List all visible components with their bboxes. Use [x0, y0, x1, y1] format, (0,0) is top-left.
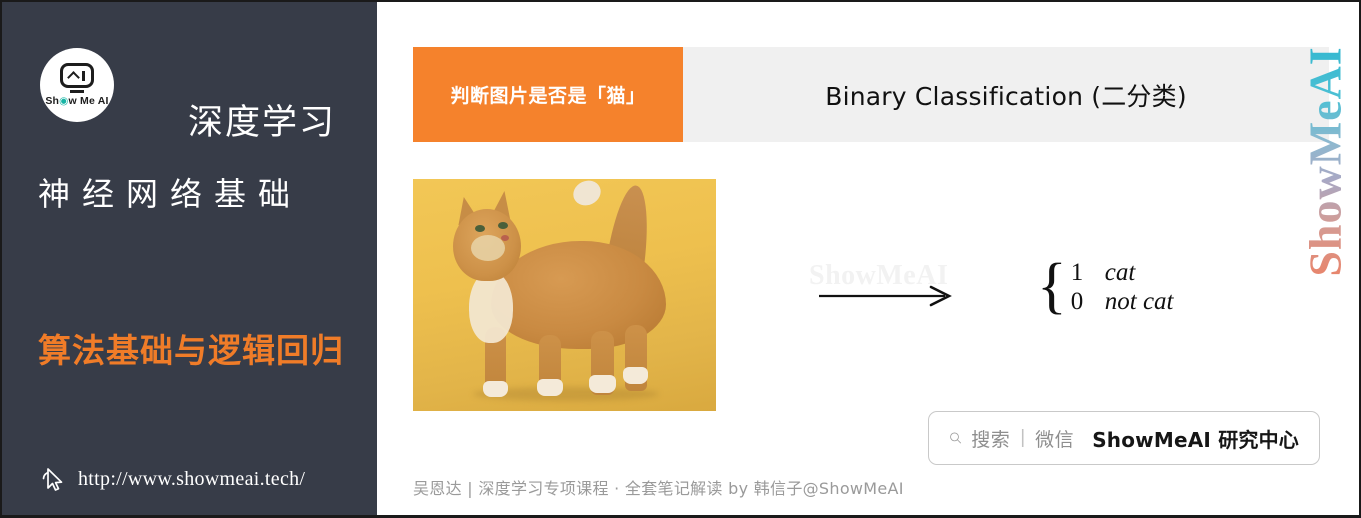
cat-paw-front-far	[537, 379, 563, 396]
cat-tail-tip	[569, 179, 605, 210]
search-icon	[950, 432, 961, 444]
robot-neck-icon	[70, 90, 84, 93]
cat-eye-left	[475, 225, 485, 232]
site-url-text[interactable]: http://www.showmeai.tech/	[78, 468, 305, 491]
course-title-line-2: 神经网络基础	[38, 175, 303, 213]
click-pointer-icon	[42, 468, 63, 491]
cat-muzzle	[471, 235, 505, 261]
footer-credit: 吴恩达 | 深度学习专项课程 · 全套笔记解读 by 韩信子@ShowMeAI	[413, 479, 904, 498]
sidebar-panel: Sh◉w Me AI 深度学习 神经网络基础 算法基础与逻辑回归 http://…	[0, 0, 377, 515]
cat-photo	[413, 179, 716, 411]
showmeai-logo: Sh◉w Me AI	[40, 48, 114, 122]
logo-text-prefix: Sh	[45, 95, 60, 107]
header-band: 判断图片是否是「猫」 Binary Classification (二分类)	[413, 47, 1329, 142]
robot-eye-bar-icon	[82, 70, 85, 81]
logo-wordmark: Sh◉w Me AI	[45, 95, 108, 107]
header-title: Binary Classification (二分类)	[825, 81, 1187, 111]
slide-canvas: Sh◉w Me AI 深度学习 神经网络基础 算法基础与逻辑回归 http://…	[0, 0, 1361, 518]
cat-paw-rear-far	[623, 367, 648, 384]
search-divider: |	[1020, 427, 1026, 448]
robot-eye-chevron-icon	[67, 70, 80, 84]
math-row: 1 cat	[1071, 259, 1174, 286]
header-tag-badge: 判断图片是否是「猫」	[413, 47, 683, 142]
logo-text-suffix: w Me AI	[68, 95, 109, 107]
math-label-positive: cat	[1104, 259, 1136, 286]
math-value-negative: 0	[1070, 288, 1084, 315]
search-brand-name: ShowMeAI 研究中心	[1092, 427, 1299, 452]
math-row: 0 not cat	[1071, 288, 1174, 315]
wechat-search-pill[interactable]: 搜索 | 微信 ShowMeAI 研究中心	[928, 411, 1320, 465]
classification-output-expression: { 1 cat 0 not cat	[1037, 251, 1174, 320]
cat-eye-right	[498, 222, 508, 229]
cat-paw-rear-near	[589, 375, 616, 393]
search-channel-label: 微信	[1035, 428, 1075, 451]
content-panel: 判断图片是否是「猫」 Binary Classification (二分类) S…	[377, 0, 1359, 515]
header-tag-label: 判断图片是否是「猫」	[450, 85, 646, 107]
search-label: 搜索	[971, 428, 1011, 451]
cat-chest	[469, 271, 513, 343]
math-value-positive: 1	[1070, 259, 1084, 286]
right-arrow-icon	[819, 285, 952, 307]
math-rows: 1 cat 0 not cat	[1071, 259, 1174, 315]
site-url-row: http://www.showmeai.tech/	[38, 464, 305, 494]
logo-eye-glyph: ◉	[59, 95, 69, 107]
cat-paw-front-near	[483, 381, 508, 397]
course-title-line-1: 深度学习	[188, 103, 337, 143]
course-subtitle: 算法基础与逻辑回归	[38, 331, 344, 370]
robot-face-icon	[60, 63, 94, 88]
curly-brace-glyph: {	[1037, 251, 1067, 320]
math-label-negative: not cat	[1104, 288, 1174, 315]
cat-nose	[501, 235, 509, 241]
